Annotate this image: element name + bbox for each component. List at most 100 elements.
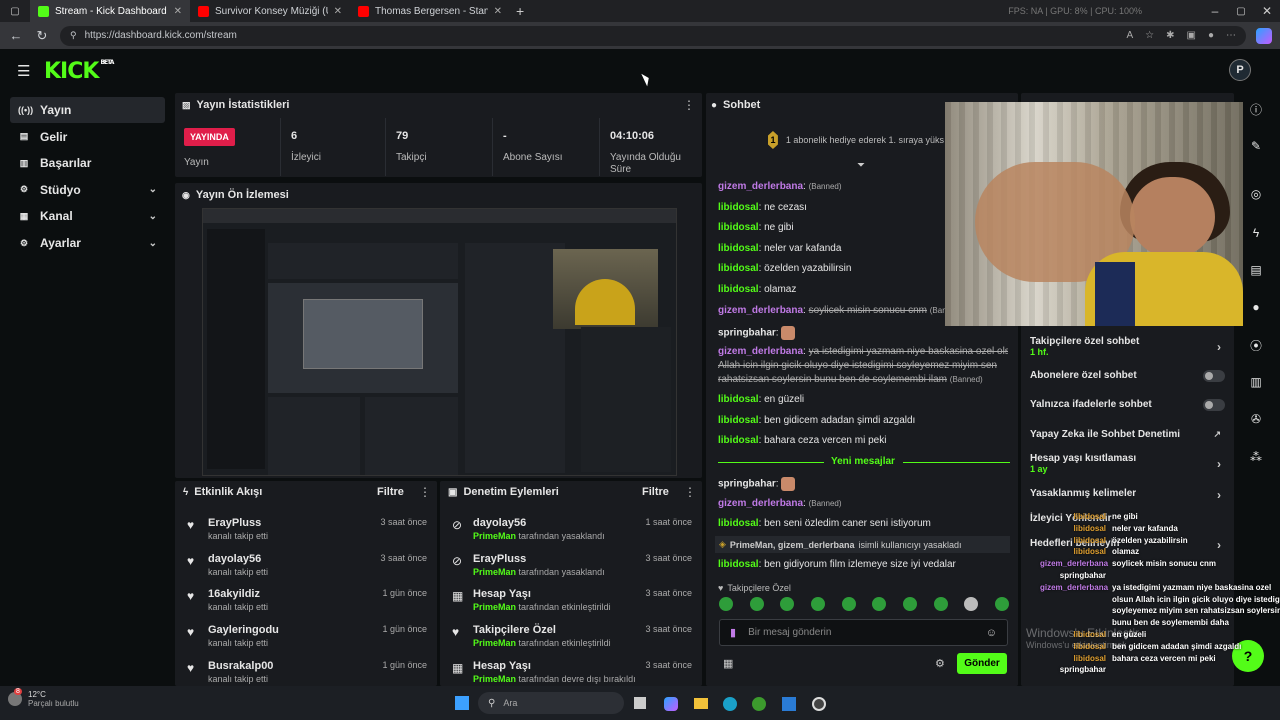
- chat-setting-row[interactable]: Yapay Zeka ile Sohbet Denetimi ↗: [1030, 429, 1225, 440]
- activity-user[interactable]: 16akyildiz: [208, 588, 260, 600]
- sidebar-item-3[interactable]: ⚙ Stüdyo ⌄: [10, 177, 165, 203]
- sidebar-item-2[interactable]: ▥ Başarılar: [10, 150, 165, 176]
- emote-icon[interactable]: [902, 597, 917, 611]
- mic-icon[interactable]: ▮: [730, 626, 736, 639]
- weather-widget[interactable]: 8 12°C Parçalı bulutlu: [8, 688, 79, 708]
- emote-icon[interactable]: [872, 597, 887, 611]
- sidebar-item-4[interactable]: ▦ Kanal ⌄: [10, 203, 165, 229]
- chat-user[interactable]: libidosal: [718, 435, 759, 446]
- chat-user[interactable]: gizem_derlerbana: [718, 305, 803, 316]
- emote-icon[interactable]: [719, 597, 733, 611]
- chat-user[interactable]: gizem_derlerbana: [718, 498, 803, 509]
- chat-extra-icon[interactable]: ▦: [723, 657, 733, 670]
- tab-close-icon[interactable]: ✕: [174, 6, 182, 17]
- chat-user[interactable]: gizem_derlerbana: [718, 346, 803, 357]
- emoji-icon[interactable]: ☺: [986, 627, 997, 639]
- collections-icon[interactable]: ▣: [1187, 30, 1196, 41]
- activity-row[interactable]: ♥ Gayleringodu kanalı takip etti 1 gün önce: [175, 620, 437, 656]
- activity-menu-icon[interactable]: ⋮: [419, 485, 431, 499]
- explorer-icon[interactable]: [694, 698, 708, 709]
- activity-row[interactable]: ♥ dayolay56 kanalı takip etti 3 saat önce: [175, 549, 437, 585]
- moderation-menu-icon[interactable]: ⋮: [684, 485, 696, 499]
- chat-user[interactable]: springbahar: [718, 479, 776, 490]
- new-messages-divider[interactable]: Yeni mesajlar: [718, 456, 1010, 468]
- chat-user[interactable]: libidosal: [718, 415, 759, 426]
- activity-row[interactable]: ♥ 16akyildiz kanalı takip etti 1 gün önce: [175, 584, 437, 620]
- emote-icon[interactable]: [749, 597, 764, 611]
- chat-setting-row[interactable]: Yasaklanmış kelimeler ›: [1030, 488, 1225, 502]
- emote-icon[interactable]: [994, 597, 1009, 611]
- broadcast-icon[interactable]: ⦿: [1245, 334, 1267, 356]
- chat-setting-row[interactable]: Hesap yaşı kısıtlaması 1 ay ›: [1030, 453, 1225, 474]
- start-icon[interactable]: [455, 696, 469, 710]
- chat-setting-row[interactable]: Yalnızca ifadelerle sohbet: [1030, 399, 1225, 411]
- moderation-target[interactable]: Hesap Yaşı: [473, 660, 531, 672]
- task-view-icon[interactable]: [634, 697, 646, 709]
- camera-icon[interactable]: ◎: [1245, 183, 1267, 205]
- setting-toggle[interactable]: [1203, 370, 1225, 382]
- activity-user[interactable]: ErayPluss: [208, 517, 261, 529]
- chat-settings-icon[interactable]: ⚙: [935, 657, 945, 670]
- emote-icon[interactable]: [964, 597, 979, 611]
- moderation-row[interactable]: ▦ Hesap Yaşı PrimeMan tarafından etkinleşt…: [440, 584, 702, 620]
- back-icon[interactable]: ←: [8, 28, 24, 43]
- moderation-actor[interactable]: PrimeMan: [473, 602, 516, 612]
- chat-input[interactable]: ▮ Bir mesaj gönderin ☺: [719, 619, 1008, 646]
- more-icon[interactable]: ⋯: [1226, 30, 1236, 41]
- chat-user[interactable]: libidosal: [718, 518, 759, 529]
- sidebar-item-5[interactable]: ⚙ Ayarlar ⌄: [10, 230, 165, 256]
- reload-icon[interactable]: ↻: [34, 28, 50, 44]
- moderation-target[interactable]: Takipçilere Özel: [473, 624, 556, 636]
- setting-toggle[interactable]: [1203, 399, 1225, 411]
- favorite-icon[interactable]: ☆: [1145, 30, 1154, 41]
- chat-setting-row[interactable]: Abonelere özel sohbet: [1030, 370, 1225, 382]
- chat-user[interactable]: gizem_derlerbana: [718, 181, 803, 192]
- edit-icon[interactable]: ✎: [1245, 135, 1267, 157]
- browser-tab[interactable]: Thomas Bergersen - Starvati ✕: [350, 0, 510, 22]
- copilot-icon[interactable]: [1256, 27, 1272, 44]
- activity-user[interactable]: Busrakalp00: [208, 660, 273, 672]
- send-button[interactable]: Gönder: [957, 653, 1007, 674]
- moderation-row[interactable]: ♥ Takipçilere Özel PrimeMan tarafından etk…: [440, 620, 702, 656]
- emote-icon[interactable]: [810, 597, 825, 611]
- moderation-row[interactable]: ⊘ dayolay56 PrimeMan tarafından yasaklandı…: [440, 513, 702, 549]
- chat-user[interactable]: libidosal: [718, 284, 759, 295]
- external-link-icon[interactable]: ↗: [1213, 429, 1221, 440]
- tab-close-icon[interactable]: ✕: [494, 6, 502, 17]
- url-field[interactable]: ⚲ https://dashboard.kick.com/stream A ☆ …: [60, 25, 1246, 46]
- emote-icon[interactable]: [933, 597, 948, 611]
- profile-icon[interactable]: ●: [1208, 30, 1214, 41]
- document-icon[interactable]: ▤: [1245, 259, 1267, 281]
- close-window-button[interactable]: ✕: [1254, 4, 1280, 18]
- nodes-icon[interactable]: ⁂: [1245, 446, 1267, 468]
- extensions-icon[interactable]: ✱: [1166, 30, 1174, 41]
- hamburger-menu-icon[interactable]: ☰: [17, 62, 30, 80]
- chat-user[interactable]: libidosal: [718, 394, 759, 405]
- activity-filter-button[interactable]: Filtre: [377, 486, 404, 498]
- chat-user[interactable]: libidosal: [718, 243, 759, 254]
- site-info-icon[interactable]: ⚲: [70, 30, 77, 41]
- moderation-filter-button[interactable]: Filtre: [642, 486, 669, 498]
- moderation-target[interactable]: dayolay56: [473, 517, 526, 529]
- pinned-goal[interactable]: 1 1 abonelik hediye ederek 1. sıraya yük…: [768, 130, 944, 150]
- info-icon[interactable]: ⓘ: [1245, 98, 1267, 120]
- bolt-icon[interactable]: ϟ: [1245, 222, 1267, 244]
- new-tab-button[interactable]: +: [516, 3, 524, 19]
- moderation-actor[interactable]: PrimeMan: [473, 638, 516, 648]
- chat-user[interactable]: libidosal: [718, 559, 759, 570]
- chat-user[interactable]: libidosal: [718, 222, 759, 233]
- activity-row[interactable]: ♥ ErayPluss kanalı takip etti 3 saat önce: [175, 513, 437, 549]
- collapse-pinned-icon[interactable]: ⏷: [857, 160, 865, 171]
- moderation-row[interactable]: ⊘ ErayPluss PrimeMan tarafından yasaklandı…: [440, 549, 702, 585]
- stream-preview-video[interactable]: [202, 208, 677, 476]
- chat-user[interactable]: libidosal: [718, 263, 759, 274]
- xbox-icon[interactable]: [752, 697, 766, 711]
- emote-icon[interactable]: [780, 597, 795, 611]
- edge-icon[interactable]: [723, 697, 737, 711]
- copilot-taskbar-icon[interactable]: [664, 697, 678, 711]
- read-aloud-icon[interactable]: A: [1126, 30, 1133, 41]
- window-menu-icon[interactable]: ▢: [0, 6, 30, 17]
- moderation-actor[interactable]: PrimeMan: [473, 674, 516, 684]
- chat-setting-row[interactable]: Takipçilere özel sohbet 1 hf. ›: [1030, 336, 1225, 357]
- moderation-actor[interactable]: PrimeMan: [473, 567, 516, 577]
